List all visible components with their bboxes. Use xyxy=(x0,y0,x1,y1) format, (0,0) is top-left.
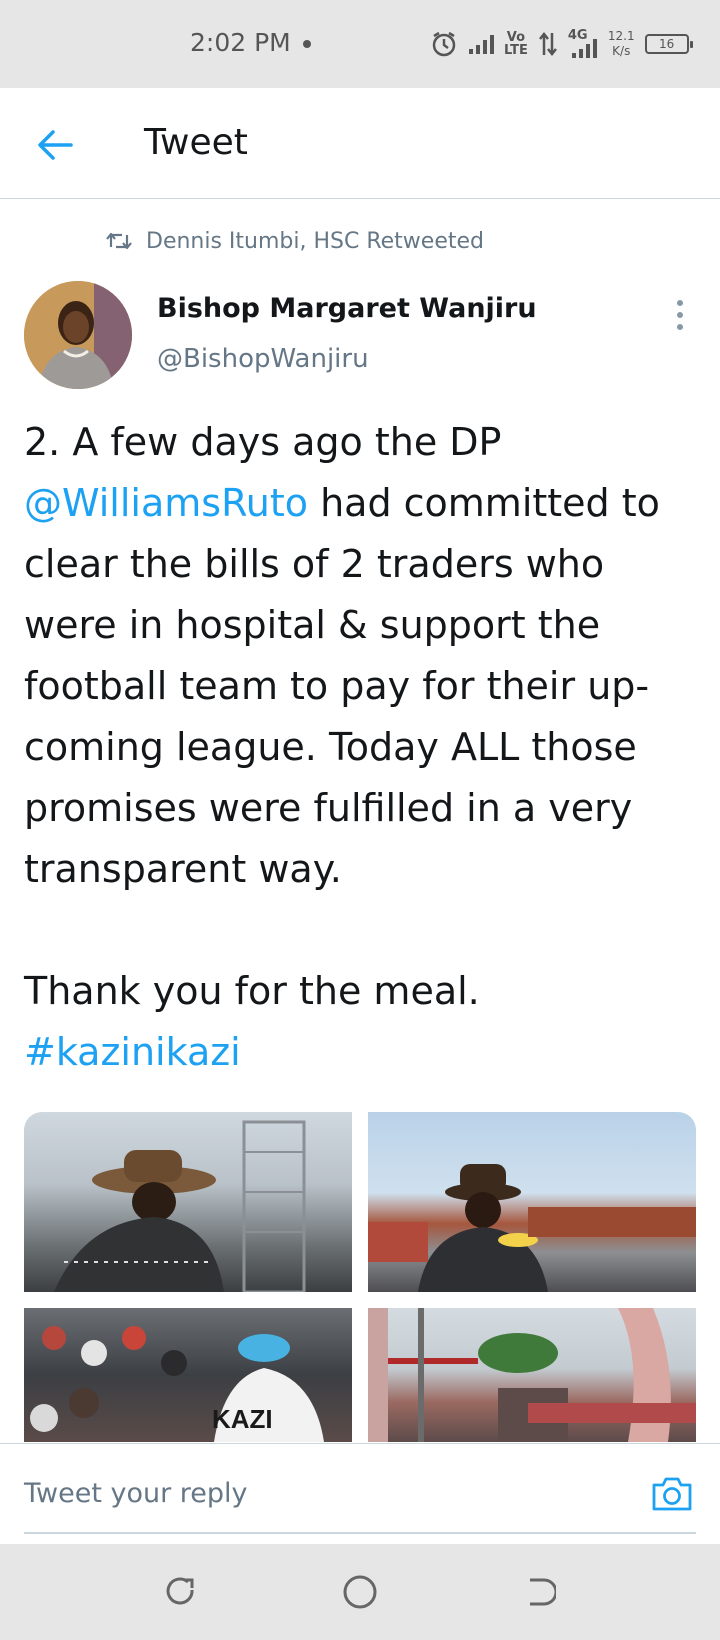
tweet-text-part: had committed to clear the bills of 2 tr… xyxy=(24,481,660,891)
media-image[interactable] xyxy=(24,1112,352,1292)
arrow-left-icon xyxy=(38,130,73,160)
more-dot-icon xyxy=(677,324,683,330)
back-button[interactable] xyxy=(30,120,80,170)
status-bar: 2:02 PM Vo LTE 4G 12.1 K/s 16 xyxy=(0,0,720,88)
avatar-photo xyxy=(24,281,132,389)
retweet-icon xyxy=(106,232,132,250)
camera-button[interactable] xyxy=(648,1470,696,1518)
media-image[interactable] xyxy=(368,1308,696,1442)
more-dot-icon xyxy=(677,300,683,306)
4g-signal-icon: 4G xyxy=(568,29,598,59)
hashtag-link[interactable]: #kazinikazi xyxy=(24,1030,241,1074)
status-icons: Vo LTE 4G 12.1 K/s 16 xyxy=(430,24,693,64)
tweet-paragraph: 2. A few days ago the DP @WilliamsRuto ha… xyxy=(24,412,704,900)
avatar[interactable] xyxy=(24,281,132,389)
media-image[interactable] xyxy=(368,1112,696,1292)
more-options-button[interactable] xyxy=(664,295,696,335)
network-speed: 12.1 K/s xyxy=(607,29,635,58)
reply-divider xyxy=(24,1532,696,1534)
page-title: Tweet xyxy=(144,122,248,163)
author-name[interactable]: Bishop Margaret Wanjiru xyxy=(157,293,537,324)
status-time: 2:02 PM xyxy=(190,28,291,57)
tweet-paragraph: Thank you for the meal. #kazinikazi xyxy=(24,961,704,1083)
battery-icon: 16 xyxy=(644,34,693,54)
tweet-body: 2. A few days ago the DP @WilliamsRuto ha… xyxy=(24,412,704,1083)
back-icon xyxy=(530,1578,556,1606)
more-dot-icon xyxy=(677,312,683,318)
media-image[interactable]: KAZI xyxy=(24,1308,352,1442)
volte-icon: Vo LTE xyxy=(504,30,528,58)
alarm-icon xyxy=(432,31,456,57)
retweet-context[interactable]: Dennis Itumbi, HSC Retweeted xyxy=(106,224,484,258)
mention-link[interactable]: @WilliamsRuto xyxy=(24,481,308,525)
home-button[interactable] xyxy=(340,1572,380,1612)
signal-icon xyxy=(469,35,494,54)
data-arrows-icon xyxy=(538,31,557,57)
camera-icon xyxy=(652,1477,692,1511)
media-grid: KAZI xyxy=(24,1112,696,1442)
system-nav-bar xyxy=(0,1544,720,1640)
tweet-text-part: 2. A few days ago the DP xyxy=(24,420,502,464)
back-nav-button[interactable] xyxy=(520,1572,560,1612)
recent-apps-button[interactable] xyxy=(160,1572,200,1612)
tweet-text-part: Thank you for the meal. xyxy=(24,969,480,1013)
reply-bar: Tweet your reply xyxy=(0,1443,720,1543)
media-caption: KAZI xyxy=(212,1404,273,1434)
tweet-header: Tweet xyxy=(0,88,720,199)
retweeted-by-label: Dennis Itumbi, HSC Retweeted xyxy=(146,228,484,254)
reply-input[interactable]: Tweet your reply xyxy=(24,1478,248,1509)
home-icon xyxy=(343,1575,377,1609)
author-handle[interactable]: @BishopWanjiru xyxy=(157,344,369,374)
recent-apps-icon xyxy=(166,1577,194,1605)
notification-dot xyxy=(303,40,311,48)
